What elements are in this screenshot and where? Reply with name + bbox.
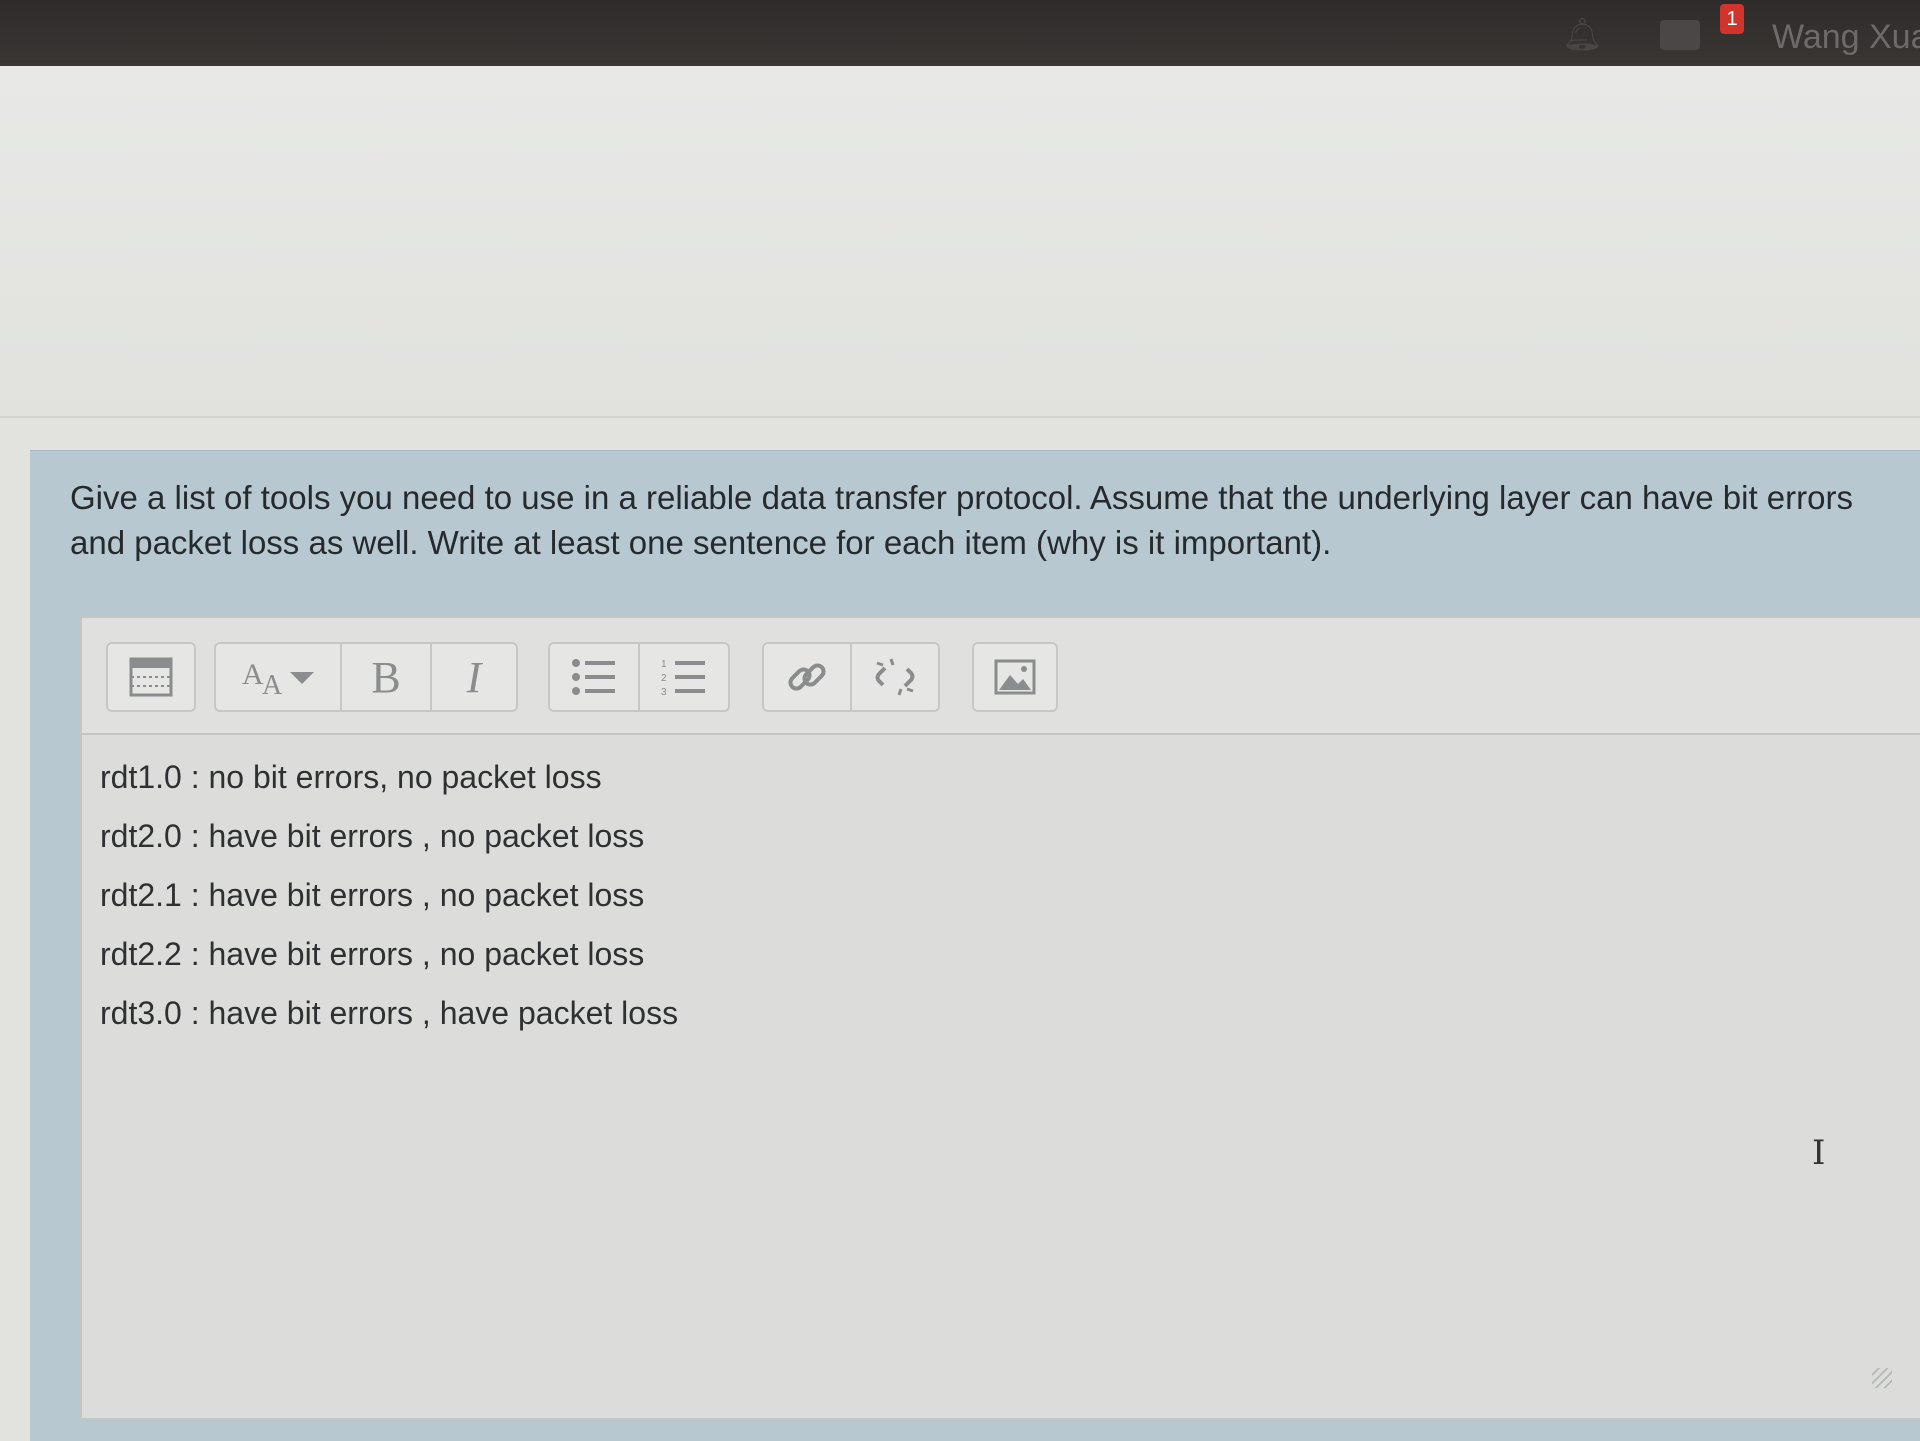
- svg-text:A: A: [242, 658, 264, 691]
- rich-text-editor[interactable]: A A B I 1 2 3 rdt1.0: no bit errors, no…: [80, 616, 1920, 1420]
- bold-button[interactable]: B: [340, 642, 432, 712]
- font-size-icon: A A: [242, 658, 314, 701]
- italic-button[interactable]: I: [430, 642, 518, 712]
- svg-text:1: 1: [661, 659, 667, 670]
- unlink-button[interactable]: [850, 642, 940, 712]
- bold-icon: B: [371, 652, 401, 702]
- svg-text:A: A: [262, 670, 283, 701]
- text-cursor-icon: I: [1812, 1133, 1826, 1173]
- numbered-list-button[interactable]: 1 2 3: [638, 642, 730, 712]
- bullet-list-icon: [572, 659, 615, 695]
- svg-text:2: 2: [661, 673, 667, 684]
- answer-line: rdt2.0 : have bit errors , no packet los…: [100, 818, 645, 854]
- image-icon: [994, 659, 1036, 695]
- question-panel: Give a list of tools you need to use in …: [30, 450, 1920, 1441]
- top-bar: 🔔︎ 1 Wang Xua: [0, 0, 1920, 66]
- question-text: Give a list of tools you need to use in …: [70, 479, 1853, 561]
- resize-handle[interactable]: [1872, 1368, 1892, 1388]
- answer-line: rdt2.2 : have bit errors , no packet los…: [100, 936, 645, 972]
- bell-icon[interactable]: 🔔︎: [1562, 16, 1603, 52]
- font-size-button[interactable]: A A: [214, 642, 342, 712]
- chat-icon[interactable]: [1660, 20, 1700, 50]
- italic-icon: I: [466, 652, 482, 702]
- numbered-list-icon: 1 2 3: [661, 659, 705, 697]
- table-icon: [129, 657, 173, 697]
- answer-line: rdt1.0 : no bit errors, no packet loss: [100, 759, 602, 795]
- notification-badge: 1: [1720, 4, 1744, 34]
- unlink-icon: [875, 658, 915, 696]
- table-button[interactable]: [106, 642, 196, 712]
- answer-line: rdt3.0 : have bit errors , have packet l…: [100, 995, 679, 1031]
- page-header-area: [0, 66, 1920, 418]
- link-icon: [788, 663, 826, 691]
- user-name[interactable]: Wang Xua: [1772, 18, 1920, 57]
- bullet-list-button[interactable]: [548, 642, 640, 712]
- link-button[interactable]: [762, 642, 852, 712]
- answer-line: rdt2.1 : have bit errors , no packet los…: [100, 877, 645, 913]
- editor-content[interactable]: rdt1.0 : no bit errors, no packet loss r…: [100, 748, 1880, 1388]
- svg-text:3: 3: [661, 687, 667, 697]
- editor-toolbar: A A B I 1 2 3: [82, 618, 1920, 735]
- image-button[interactable]: [972, 642, 1058, 712]
